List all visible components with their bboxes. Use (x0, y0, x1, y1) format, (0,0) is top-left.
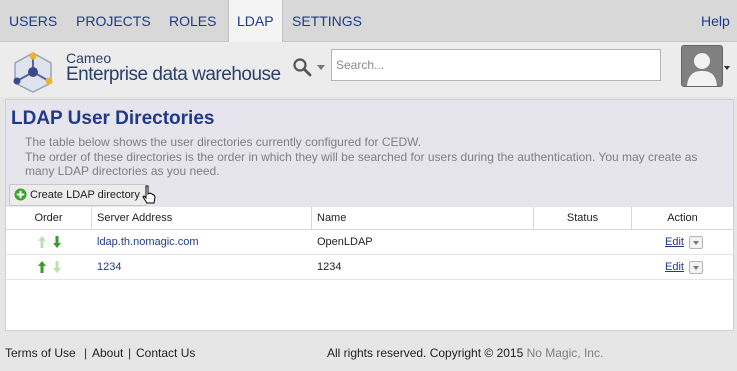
user-menu-chevron-down-icon[interactable] (724, 66, 730, 70)
user-icon (687, 53, 717, 86)
move-up-arrow-icon[interactable] (37, 260, 47, 274)
search-icon[interactable] (292, 57, 312, 77)
plus-circle-icon (14, 188, 27, 201)
top-nav: USERS PROJECTS ROLES LDAP SETTINGS Help (0, 0, 737, 42)
move-down-arrow-icon[interactable] (52, 260, 62, 274)
edit-link[interactable]: Edit (665, 255, 684, 279)
page-title: LDAP User Directories (11, 108, 215, 129)
footer-link-terms[interactable]: Terms of Use (5, 346, 76, 360)
create-button-label: Create LDAP directory (30, 189, 140, 201)
description-line-1: The table below shows the user directori… (25, 135, 422, 149)
column-header-server-address: Server Address (92, 207, 312, 229)
user-avatar[interactable] (681, 45, 723, 87)
tab-projects[interactable]: PROJECTS (76, 0, 151, 41)
tab-ldap[interactable]: LDAP (228, 0, 283, 42)
footer-link-about[interactable]: About (92, 346, 123, 360)
create-ldap-directory-button[interactable]: Create LDAP directory (9, 184, 147, 206)
table-row: ldap.th.nomagic.com OpenLDAP Edit (6, 230, 733, 255)
search-options-chevron-down-icon[interactable] (317, 65, 325, 70)
description-line-2: The order of these directories is the or… (25, 150, 698, 164)
column-header-name: Name (312, 207, 534, 229)
tab-roles[interactable]: ROLES (169, 0, 216, 41)
footer-divider: | (84, 346, 88, 360)
action-menu-chevron-down-icon[interactable] (689, 261, 703, 274)
hand-cursor-icon (142, 185, 156, 204)
copyright-text: All rights reserved. Copyright © 2015 No… (327, 346, 603, 360)
copyright-prefix: All rights reserved. Copyright © 2015 (327, 346, 524, 360)
cameo-logo-icon (13, 52, 53, 93)
column-header-status: Status (534, 207, 632, 229)
move-down-arrow-icon[interactable] (52, 235, 62, 249)
table-row: 1234 1234 Edit (6, 255, 733, 280)
logo-product-name: Enterprise data warehouse (66, 64, 281, 85)
footer: Terms of Use | About | Contact Us All ri… (0, 342, 737, 364)
tab-users[interactable]: USERS (9, 0, 57, 41)
description-line-3: many LDAP directories as you need. (25, 164, 220, 178)
column-header-order: Order (6, 207, 92, 229)
server-address-cell[interactable]: ldap.th.nomagic.com (97, 230, 199, 254)
table-header: Order Server Address Name Status Action (6, 207, 733, 230)
column-header-action: Action (667, 212, 698, 224)
name-cell: OpenLDAP (317, 236, 373, 248)
panel-header: LDAP User Directories The table below sh… (6, 100, 733, 207)
company-name: No Magic, Inc. (526, 346, 604, 360)
footer-divider: | (128, 346, 132, 360)
footer-link-contact[interactable]: Contact Us (136, 346, 195, 360)
action-menu-chevron-down-icon[interactable] (689, 236, 703, 249)
move-up-arrow-icon[interactable] (37, 235, 47, 249)
server-address-cell[interactable]: 1234 (97, 255, 121, 279)
ldap-directories-panel: LDAP User Directories The table below sh… (5, 99, 734, 331)
search-input[interactable] (331, 49, 661, 81)
name-cell: 1234 (317, 261, 342, 273)
edit-link[interactable]: Edit (665, 230, 684, 254)
tab-settings[interactable]: SETTINGS (292, 0, 362, 41)
help-link[interactable]: Help (701, 0, 730, 41)
